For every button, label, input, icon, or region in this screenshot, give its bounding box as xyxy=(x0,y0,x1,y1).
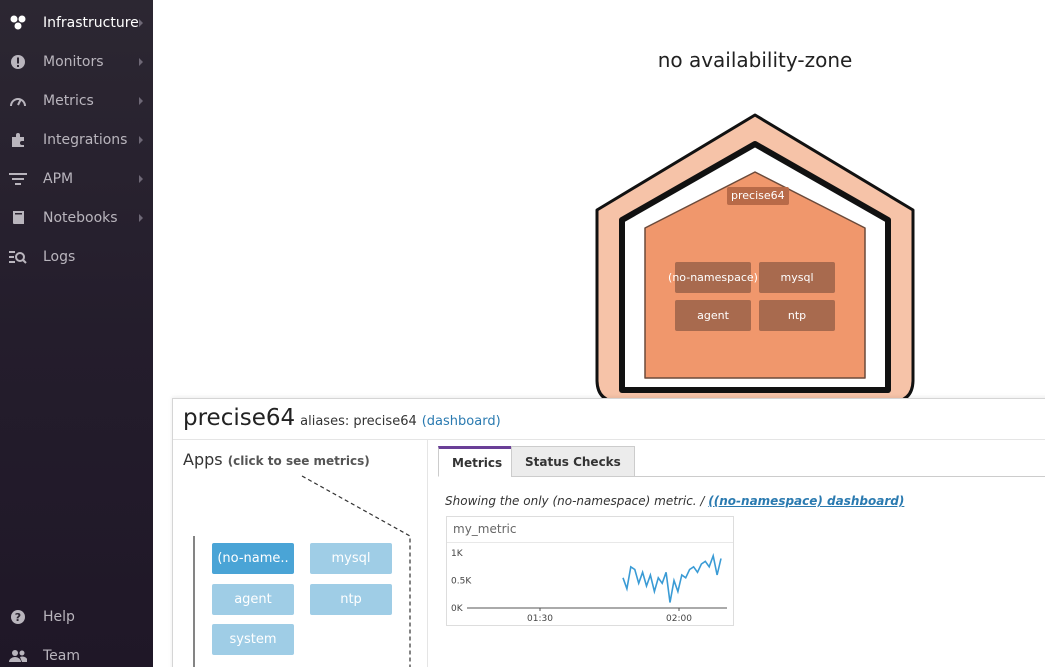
sidebar: Infrastructure Monitors Metrics Integrat… xyxy=(0,0,153,667)
sidebar-item-metrics[interactable]: Metrics xyxy=(0,81,153,120)
apm-icon xyxy=(9,170,27,188)
app-tile-system[interactable]: system xyxy=(212,624,294,655)
notebook-icon xyxy=(9,209,27,227)
tab-status-checks[interactable]: Status Checks xyxy=(511,446,635,477)
app-tile-mysql[interactable]: mysql xyxy=(310,543,392,574)
gauge-icon xyxy=(9,92,27,110)
map-tile-ntp[interactable]: ntp xyxy=(759,300,835,331)
map-tile-agent[interactable]: agent xyxy=(675,300,751,331)
zone-title: no availability-zone xyxy=(657,48,853,72)
panel-header: precise64 aliases: precise64 (dashboard) xyxy=(183,405,501,431)
chart-plot: 1K 0.5K 0K 01:30 02:00 xyxy=(451,549,727,624)
sidebar-item-integrations[interactable]: Integrations xyxy=(0,120,153,159)
sidebar-item-help[interactable]: ? Help xyxy=(0,597,153,636)
sidebar-item-label: APM xyxy=(43,170,74,187)
namespace-dashboard-link[interactable]: ((no-namespace) dashboard) xyxy=(708,494,904,508)
app-tile-ntp[interactable]: ntp xyxy=(310,584,392,615)
sidebar-item-team[interactable]: Team xyxy=(0,636,153,667)
metric-note: Showing the only (no-namespace) metric. … xyxy=(445,494,904,508)
map-tile-no-namespace[interactable]: (no-namespace) xyxy=(668,262,758,293)
apps-hint: (click to see metrics) xyxy=(227,454,370,468)
host-hexagon[interactable] xyxy=(590,110,920,410)
logs-icon xyxy=(9,248,27,266)
sidebar-item-label: Integrations xyxy=(43,131,128,148)
host-name: precise64 xyxy=(183,405,296,431)
sidebar-item-label: Help xyxy=(43,608,75,625)
sidebar-item-monitors[interactable]: Monitors xyxy=(0,42,153,81)
hexagons-icon xyxy=(9,14,27,32)
tab-metrics[interactable]: Metrics xyxy=(438,446,517,477)
sidebar-item-label: Notebooks xyxy=(43,209,118,226)
app-tile-agent[interactable]: agent xyxy=(212,584,294,615)
metric-note-text: Showing the only (no-namespace) metric. … xyxy=(445,494,705,508)
sidebar-item-label: Logs xyxy=(43,248,76,265)
host-detail-panel: precise64 aliases: precise64 (dashboard)… xyxy=(172,398,1045,667)
host-aliases: aliases: precise64 xyxy=(300,414,417,429)
dashboard-link[interactable]: (dashboard) xyxy=(422,414,501,429)
puzzle-icon xyxy=(9,131,27,149)
y-tick-label: 0K xyxy=(451,604,464,614)
chevron-right-icon xyxy=(139,57,143,66)
sidebar-item-label: Metrics xyxy=(43,92,94,109)
series-line xyxy=(622,552,722,603)
host-label[interactable]: precise64 xyxy=(727,187,789,205)
app-tile-no-namespace[interactable]: (no-name.. xyxy=(212,543,294,574)
sidebar-item-notebooks[interactable]: Notebooks xyxy=(0,198,153,237)
sidebar-item-apm[interactable]: APM xyxy=(0,159,153,198)
sidebar-item-label: Team xyxy=(43,647,81,664)
sidebar-item-infrastructure[interactable]: Infrastructure xyxy=(0,3,153,42)
tab-bar: Metrics Status Checks xyxy=(438,446,1045,477)
sidebar-item-logs[interactable]: Logs xyxy=(0,237,153,276)
help-icon: ? xyxy=(9,608,27,626)
x-tick-label: 01:30 xyxy=(527,614,553,624)
team-icon xyxy=(9,647,27,665)
apps-section: Apps (click to see metrics) (no-name.. m… xyxy=(173,440,428,667)
chevron-right-icon xyxy=(139,174,143,183)
chevron-right-icon xyxy=(139,96,143,105)
alert-icon xyxy=(9,53,27,71)
svg-text:?: ? xyxy=(15,611,21,624)
apps-title-text: Apps xyxy=(183,450,223,469)
metric-chart[interactable]: my_metric 1K 0.5K 0K 01:30 02:00 xyxy=(446,516,734,626)
map-tile-mysql[interactable]: mysql xyxy=(759,262,835,293)
y-tick-label: 0.5K xyxy=(451,577,472,587)
chevron-right-icon xyxy=(139,135,143,144)
apps-title: Apps (click to see metrics) xyxy=(183,450,370,469)
x-tick-label: 02:00 xyxy=(666,614,692,624)
sidebar-item-label: Monitors xyxy=(43,53,104,70)
sidebar-item-label: Infrastructure xyxy=(43,14,139,31)
chevron-right-icon xyxy=(139,18,143,27)
y-tick-label: 1K xyxy=(451,549,464,559)
chart-title: my_metric xyxy=(453,522,517,536)
chevron-right-icon xyxy=(139,213,143,222)
